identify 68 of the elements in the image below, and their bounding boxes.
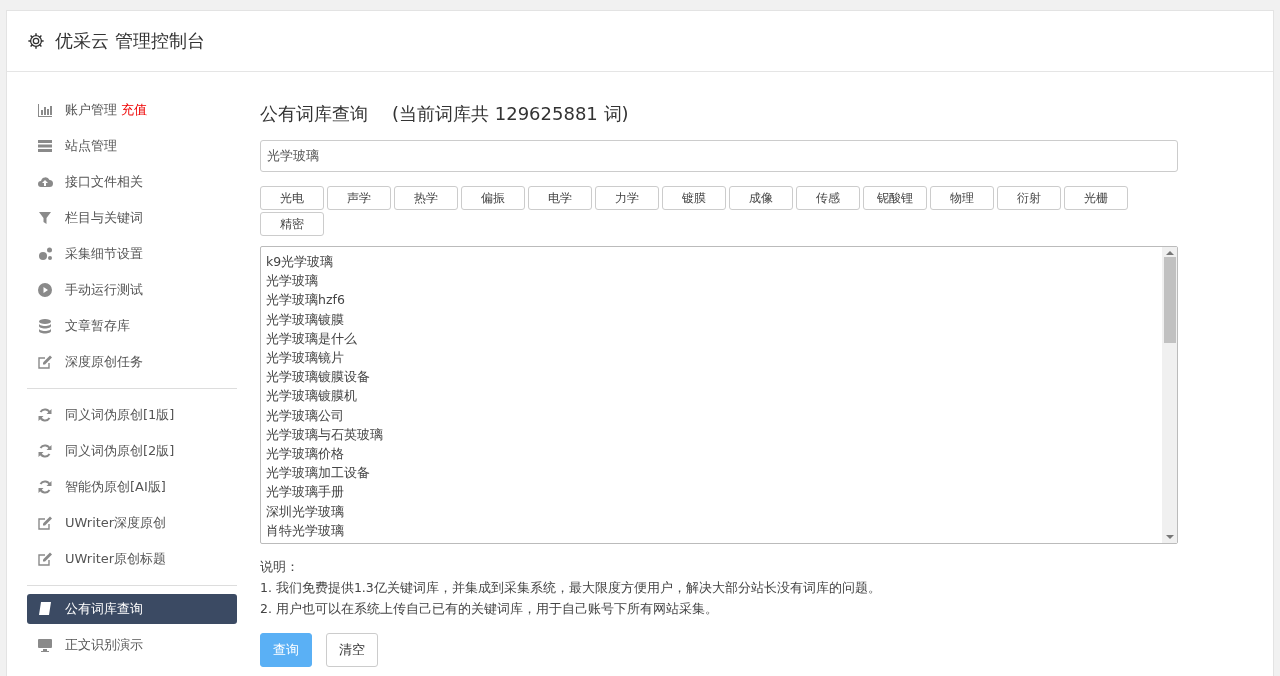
sidebar-item[interactable]: 栏目与关键词 [27, 200, 237, 236]
result-item[interactable]: 光学玻璃镀膜 [266, 309, 1157, 329]
category-button[interactable]: 光电 [260, 186, 324, 210]
category-button[interactable]: 物理 [930, 186, 994, 210]
refresh-icon [37, 479, 53, 495]
console-title: 优采云 管理控制台 [55, 29, 205, 53]
recharge-link[interactable]: 充值 [121, 101, 147, 119]
refresh-icon [37, 407, 53, 423]
sidebar-item[interactable]: 公有词库查询 [27, 594, 237, 624]
result-item[interactable]: 光学玻璃手册 [266, 482, 1157, 502]
server-icon [37, 138, 53, 154]
sidebar-item[interactable]: 智能伪原创[AI版] [27, 469, 237, 505]
sidebar-item[interactable]: 手动运行测试 [27, 272, 237, 308]
category-button[interactable]: 镀膜 [662, 186, 726, 210]
note-text: 2. 用户也可以在系统上传自己已有的关键词库，用于自己账号下所有网站采集。 [260, 600, 719, 618]
category-button[interactable]: 声学 [327, 186, 391, 210]
result-item[interactable]: 光学玻璃镜片 [266, 348, 1157, 368]
result-item[interactable]: 光学玻璃镀膜设备 [266, 367, 1157, 387]
result-item[interactable]: k9光学玻璃 [266, 252, 1157, 272]
result-item[interactable]: 光学玻璃镀膜机 [266, 386, 1157, 406]
category-button[interactable]: 力学 [595, 186, 659, 210]
refresh-icon [37, 443, 53, 459]
result-item[interactable]: 光学玻璃与石英玻璃 [266, 424, 1157, 445]
result-item[interactable]: 光学玻璃价格 [266, 444, 1157, 464]
sidebar-item[interactable]: 文章暂存库 [27, 308, 237, 344]
database-icon [37, 318, 53, 334]
sidebar-item[interactable]: 深度原创任务 [27, 344, 237, 380]
sidebar-item[interactable]: 站点管理 [27, 128, 237, 164]
category-button[interactable]: 衍射 [997, 186, 1061, 210]
monitor-icon [37, 637, 53, 653]
word-count-note: (当前词库共 129625881 词) [392, 102, 629, 126]
result-item[interactable]: 深圳光学玻璃 [266, 501, 1157, 521]
edit-icon [37, 515, 53, 531]
sidebar-item[interactable]: UWriter原创标题 [27, 541, 237, 577]
category-button[interactable]: 热学 [394, 186, 458, 210]
notes-heading: 说明： [260, 558, 300, 576]
scrollbar[interactable] [1162, 247, 1177, 543]
cloud-upload-icon [37, 174, 53, 190]
bar-chart-icon [37, 102, 53, 118]
filter-icon [37, 210, 53, 226]
search-field[interactable]: 光学玻璃 [260, 140, 1178, 172]
sidebar-item[interactable]: 采集细节设置 [27, 236, 237, 272]
sidebar-item[interactable]: 同义词伪原创[1版] [27, 397, 237, 433]
edit-icon [37, 551, 53, 567]
sidebar-item[interactable]: 接口文件相关 [27, 164, 237, 200]
sidebar-item[interactable]: UWriter深度原创 [27, 505, 237, 541]
play-icon [37, 282, 53, 298]
edit-icon [37, 354, 53, 370]
result-item[interactable]: 肖特光学玻璃 [266, 520, 1157, 541]
sidebar-item[interactable]: 同义词伪原创[2版] [27, 433, 237, 469]
gear-icon [27, 32, 45, 50]
result-item[interactable]: 光学玻璃 [266, 271, 1157, 291]
category-button[interactable]: 光栅 [1064, 186, 1128, 210]
category-button[interactable]: 精密 [260, 212, 324, 236]
result-item[interactable]: 光学玻璃是什么 [266, 328, 1157, 348]
sidebar-item[interactable]: 账户管理 充值 [27, 92, 237, 128]
category-button[interactable]: 铌酸锂 [863, 186, 927, 210]
note-text: 1. 我们免费提供1.3亿关键词库，并集成到采集系统，最大限度方便用户，解决大部分站长没有词库的问题。 [260, 579, 882, 597]
category-button[interactable]: 电学 [528, 186, 592, 210]
result-item[interactable]: 光学玻璃公司 [266, 405, 1157, 425]
category-button[interactable]: 传感 [796, 186, 860, 210]
category-button[interactable]: 成像 [729, 186, 793, 210]
page-title: 公有词库查询 [260, 102, 368, 126]
result-item[interactable]: 光学玻璃加工设备 [266, 463, 1157, 483]
clear-button[interactable]: 清空 [326, 633, 378, 667]
sidebar-item[interactable]: 正文识别演示 [27, 627, 237, 663]
result-item[interactable]: 光学玻璃hzf6 [266, 290, 1157, 310]
category-button[interactable]: 偏振 [461, 186, 525, 210]
